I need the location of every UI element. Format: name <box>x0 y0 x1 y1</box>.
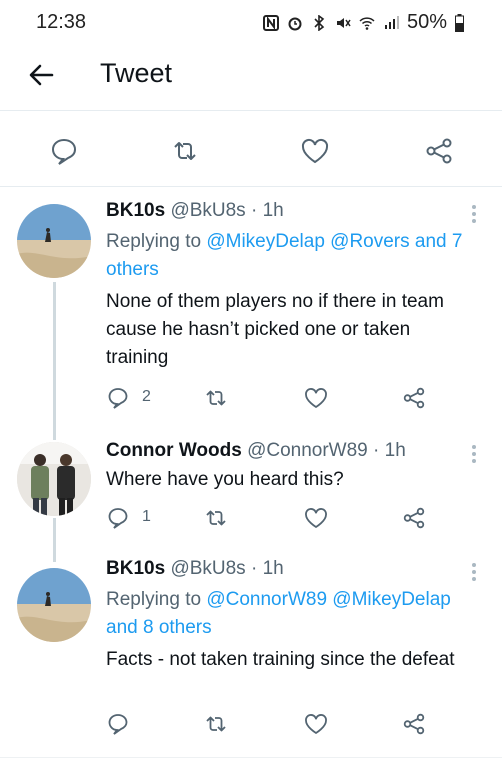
reply-count: 1 <box>142 508 151 525</box>
replying-prefix: Replying to <box>106 589 202 610</box>
divider <box>0 757 502 758</box>
avatar[interactable] <box>17 204 91 278</box>
replying-prefix: Replying to <box>106 231 202 252</box>
retweet-icon[interactable] <box>170 136 200 166</box>
tweet-text: None of them players no if there in team… <box>106 291 444 368</box>
tweet-text: Where have you heard this? <box>106 469 344 490</box>
tweet-text: Facts - not taken training since the def… <box>106 649 455 670</box>
like-heart-icon[interactable] <box>300 136 330 166</box>
tweet-meta: BK10s @BkU8s · 1h <box>106 558 284 580</box>
more-options-icon[interactable] <box>472 560 478 584</box>
replying-to: Replying to @MikeyDelap @Rovers and 7 ot… <box>106 228 486 284</box>
reply-icon[interactable] <box>106 506 130 530</box>
display-name[interactable]: BK10s <box>106 200 165 221</box>
handle-time: @BkU8s · 1h <box>170 200 284 221</box>
tweet-item[interactable]: BK10s @BkU8s · 1h Replying to @MikeyDela… <box>0 186 502 422</box>
top-app-bar: Tweet <box>0 44 502 111</box>
status-bar: 12:38 50% <box>0 0 502 44</box>
retweet-icon[interactable] <box>204 712 228 736</box>
reply-icon[interactable] <box>49 136 79 166</box>
reply-icon[interactable] <box>106 386 130 410</box>
share-icon[interactable] <box>402 386 426 410</box>
like-heart-icon[interactable] <box>304 506 328 530</box>
replying-to: Replying to @ConnorW89 @MikeyDelap and 8… <box>106 586 486 642</box>
avatar[interactable] <box>17 568 91 642</box>
mute-icon <box>336 17 351 28</box>
tweet-meta: Connor Woods @ConnorW89 · 1h <box>106 440 406 462</box>
profile-photo-avatar <box>17 442 91 516</box>
like-heart-icon[interactable] <box>304 386 328 410</box>
avatar[interactable] <box>17 442 91 516</box>
nfc-icon <box>262 14 279 31</box>
handle-time: @ConnorW89 · 1h <box>247 440 406 461</box>
like-heart-icon[interactable] <box>304 712 328 736</box>
display-name[interactable]: Connor Woods <box>106 440 242 461</box>
reply-count: 2 <box>142 388 151 405</box>
display-name[interactable]: BK10s <box>106 558 165 579</box>
more-options-icon[interactable] <box>472 442 478 466</box>
page-title: Tweet <box>100 58 173 88</box>
reply-icon[interactable] <box>106 712 130 736</box>
retweet-icon[interactable] <box>204 386 228 410</box>
beach-photo-avatar <box>17 204 91 278</box>
signal-icon <box>384 15 399 29</box>
back-arrow-icon[interactable] <box>26 59 58 91</box>
tweet-meta: BK10s @BkU8s · 1h <box>106 200 284 222</box>
battery-icon <box>455 13 464 32</box>
status-icons: 50% <box>262 11 464 34</box>
alarm-icon <box>288 17 302 30</box>
status-time: 12:38 <box>36 11 87 33</box>
wifi-icon <box>359 16 375 30</box>
tweet-item[interactable]: Connor Woods @ConnorW89 · 1h Where have … <box>0 422 502 552</box>
tweet-item[interactable]: BK10s @BkU8s · 1h Replying to @ConnorW89… <box>0 552 502 758</box>
share-icon[interactable] <box>402 712 426 736</box>
retweet-icon[interactable] <box>204 506 228 530</box>
handle-time: @BkU8s · 1h <box>170 558 284 579</box>
share-icon[interactable] <box>424 136 454 166</box>
beach-photo-avatar <box>17 568 91 642</box>
main-tweet-action-bar <box>0 116 502 187</box>
bluetooth-icon <box>314 14 325 31</box>
battery-percent: 50% <box>406 11 447 33</box>
share-icon[interactable] <box>402 506 426 530</box>
more-options-icon[interactable] <box>472 202 478 226</box>
